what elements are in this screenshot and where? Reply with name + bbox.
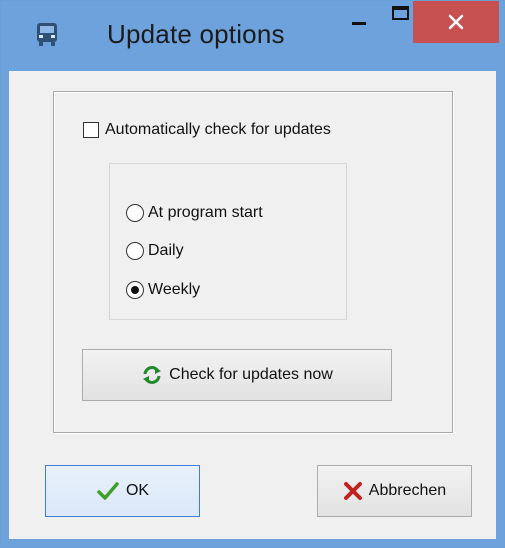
close-icon[interactable] [413, 1, 499, 43]
checkmark-icon [97, 482, 119, 500]
bus-icon [37, 23, 57, 46]
auto-check-updates-checkbox[interactable]: Automatically check for updates [83, 121, 331, 139]
radio-at-program-start[interactable]: At program start [126, 204, 263, 222]
window-title: Update options [107, 19, 285, 49]
radio-label: Weekly [148, 281, 201, 298]
auto-check-label: Automatically check for updates [105, 121, 331, 138]
update-settings-group: Automatically check for updates At progr… [53, 91, 453, 433]
check-now-label: Check for updates now [169, 366, 333, 383]
radio-daily[interactable]: Daily [126, 242, 184, 260]
ok-button[interactable]: OK [45, 465, 200, 517]
red-x-icon [343, 482, 362, 500]
radio-weekly[interactable]: Weekly [126, 281, 200, 299]
cancel-button[interactable]: Abbrechen [317, 465, 472, 517]
checkbox-box[interactable] [83, 122, 99, 138]
radio-label: At program start [148, 204, 263, 221]
refresh-icon [143, 366, 162, 384]
frequency-panel: At program start Daily Weekly [109, 163, 347, 320]
minimize-icon[interactable] [337, 1, 385, 43]
radio-button-selected[interactable] [126, 281, 144, 299]
check-for-updates-now-button[interactable]: Check for updates now [82, 349, 392, 401]
title-bar[interactable]: Update options [1, 1, 504, 71]
radio-button[interactable] [126, 242, 144, 260]
dialog-body: Automatically check for updates At progr… [9, 71, 496, 539]
cancel-label: Abbrechen [368, 482, 447, 499]
radio-label: Daily [148, 242, 184, 259]
update-options-window: Update options Automatically check for u… [0, 0, 505, 548]
radio-button[interactable] [126, 204, 144, 222]
ok-label: OK [125, 482, 150, 499]
